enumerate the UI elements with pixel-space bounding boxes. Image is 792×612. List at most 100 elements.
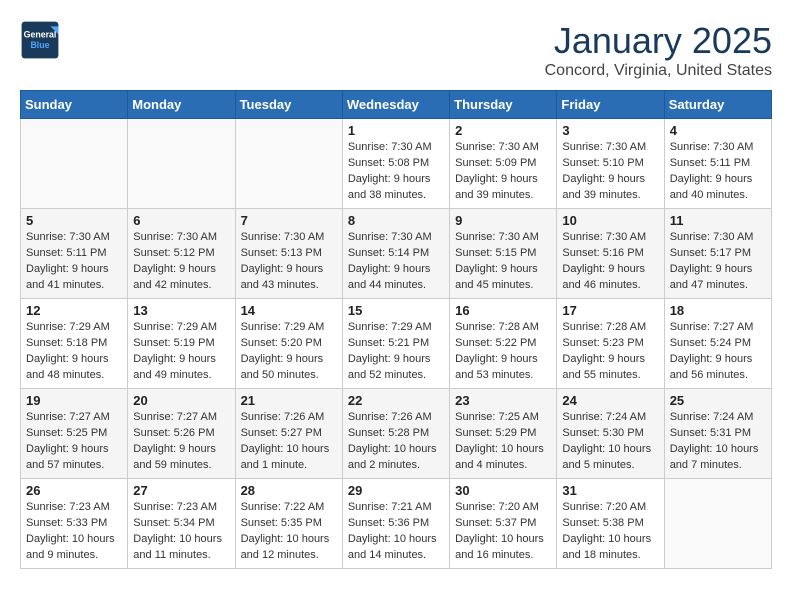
cell-info: Sunrise: 7:30 AM Sunset: 5:11 PM Dayligh… — [670, 140, 766, 204]
calendar-cell: 18 Sunrise: 7:27 AM Sunset: 5:24 PM Dayli… — [664, 299, 771, 389]
cell-info: Sunrise: 7:30 AM Sunset: 5:14 PM Dayligh… — [348, 230, 444, 294]
day-number: 2 — [455, 123, 551, 138]
col-header-friday: Friday — [557, 91, 664, 119]
location: Concord, Virginia, United States — [545, 62, 772, 80]
cell-info: Sunrise: 7:30 AM Sunset: 5:13 PM Dayligh… — [241, 230, 337, 294]
week-row: 5 Sunrise: 7:30 AM Sunset: 5:11 PM Daylig… — [21, 209, 772, 299]
day-number: 13 — [133, 303, 229, 318]
day-number: 18 — [670, 303, 766, 318]
day-number: 10 — [562, 213, 658, 228]
calendar-cell: 30 Sunrise: 7:20 AM Sunset: 5:37 PM Dayli… — [450, 479, 557, 569]
svg-text:General: General — [24, 30, 57, 40]
calendar-cell: 6 Sunrise: 7:30 AM Sunset: 5:12 PM Daylig… — [128, 209, 235, 299]
cell-info: Sunrise: 7:26 AM Sunset: 5:28 PM Dayligh… — [348, 410, 444, 474]
cell-info: Sunrise: 7:30 AM Sunset: 5:10 PM Dayligh… — [562, 140, 658, 204]
cell-info: Sunrise: 7:29 AM Sunset: 5:21 PM Dayligh… — [348, 320, 444, 384]
day-number: 30 — [455, 483, 551, 498]
day-number: 4 — [670, 123, 766, 138]
calendar-cell: 24Sunrise: 7:24 AM Sunset: 5:30 PM Dayli… — [557, 389, 664, 479]
calendar-cell: 22Sunrise: 7:26 AM Sunset: 5:28 PM Dayli… — [342, 389, 449, 479]
calendar-cell: 20 Sunrise: 7:27 AM Sunset: 5:26 PM Dayli… — [128, 389, 235, 479]
header-row: SundayMondayTuesdayWednesdayThursdayFrid… — [21, 91, 772, 119]
calendar-cell: 9Sunrise: 7:30 AM Sunset: 5:15 PM Daylig… — [450, 209, 557, 299]
title-block: January 2025 Concord, Virginia, United S… — [545, 20, 772, 80]
calendar-cell: 21Sunrise: 7:26 AM Sunset: 5:27 PM Dayli… — [235, 389, 342, 479]
calendar-cell: 11 Sunrise: 7:30 AM Sunset: 5:17 PM Dayli… — [664, 209, 771, 299]
cell-info: Sunrise: 7:20 AM Sunset: 5:37 PM Dayligh… — [455, 500, 551, 564]
cell-info: Sunrise: 7:27 AM Sunset: 5:24 PM Dayligh… — [670, 320, 766, 384]
day-number: 15 — [348, 303, 444, 318]
logo: General Blue — [20, 20, 60, 60]
calendar-cell: 16 Sunrise: 7:28 AM Sunset: 5:22 PM Dayli… — [450, 299, 557, 389]
calendar-cell: 25Sunrise: 7:24 AM Sunset: 5:31 PM Dayli… — [664, 389, 771, 479]
day-number: 16 — [455, 303, 551, 318]
calendar-cell: 19Sunrise: 7:27 AM Sunset: 5:25 PM Dayli… — [21, 389, 128, 479]
cell-info: Sunrise: 7:30 AM Sunset: 5:08 PM Dayligh… — [348, 140, 444, 204]
day-number: 5 — [26, 213, 122, 228]
calendar-cell: 5 Sunrise: 7:30 AM Sunset: 5:11 PM Daylig… — [21, 209, 128, 299]
calendar-cell: 26Sunrise: 7:23 AM Sunset: 5:33 PM Dayli… — [21, 479, 128, 569]
cell-info: Sunrise: 7:24 AM Sunset: 5:30 PM Dayligh… — [562, 410, 658, 474]
day-number: 11 — [670, 213, 766, 228]
calendar-cell: 15 Sunrise: 7:29 AM Sunset: 5:21 PM Dayli… — [342, 299, 449, 389]
calendar-cell: 2 Sunrise: 7:30 AM Sunset: 5:09 PM Daylig… — [450, 119, 557, 209]
cell-info: Sunrise: 7:30 AM Sunset: 5:12 PM Dayligh… — [133, 230, 229, 294]
day-number: 17 — [562, 303, 658, 318]
week-row: 1 Sunrise: 7:30 AM Sunset: 5:08 PM Daylig… — [21, 119, 772, 209]
day-number: 9 — [455, 213, 551, 228]
calendar-cell: 23Sunrise: 7:25 AM Sunset: 5:29 PM Dayli… — [450, 389, 557, 479]
col-header-thursday: Thursday — [450, 91, 557, 119]
cell-info: Sunrise: 7:24 AM Sunset: 5:31 PM Dayligh… — [670, 410, 766, 474]
day-number: 28 — [241, 483, 337, 498]
logo-icon: General Blue — [20, 20, 60, 60]
col-header-sunday: Sunday — [21, 91, 128, 119]
cell-info: Sunrise: 7:29 AM Sunset: 5:20 PM Dayligh… — [241, 320, 337, 384]
cell-info: Sunrise: 7:29 AM Sunset: 5:18 PM Dayligh… — [26, 320, 122, 384]
day-number: 12 — [26, 303, 122, 318]
calendar-cell — [128, 119, 235, 209]
cell-info: Sunrise: 7:30 AM Sunset: 5:11 PM Dayligh… — [26, 230, 122, 294]
calendar-cell — [235, 119, 342, 209]
cell-info: Sunrise: 7:28 AM Sunset: 5:23 PM Dayligh… — [562, 320, 658, 384]
calendar-cell: 8 Sunrise: 7:30 AM Sunset: 5:14 PM Daylig… — [342, 209, 449, 299]
calendar-cell: 28Sunrise: 7:22 AM Sunset: 5:35 PM Dayli… — [235, 479, 342, 569]
cell-info: Sunrise: 7:28 AM Sunset: 5:22 PM Dayligh… — [455, 320, 551, 384]
calendar-cell — [664, 479, 771, 569]
week-row: 26Sunrise: 7:23 AM Sunset: 5:33 PM Dayli… — [21, 479, 772, 569]
calendar-cell: 12 Sunrise: 7:29 AM Sunset: 5:18 PM Dayli… — [21, 299, 128, 389]
cell-info: Sunrise: 7:26 AM Sunset: 5:27 PM Dayligh… — [241, 410, 337, 474]
calendar-cell: 1 Sunrise: 7:30 AM Sunset: 5:08 PM Daylig… — [342, 119, 449, 209]
cell-info: Sunrise: 7:23 AM Sunset: 5:34 PM Dayligh… — [133, 500, 229, 564]
calendar-table: SundayMondayTuesdayWednesdayThursdayFrid… — [20, 90, 772, 569]
calendar-cell: 31Sunrise: 7:20 AM Sunset: 5:38 PM Dayli… — [557, 479, 664, 569]
day-number: 27 — [133, 483, 229, 498]
day-number: 3 — [562, 123, 658, 138]
calendar-cell: 14Sunrise: 7:29 AM Sunset: 5:20 PM Dayli… — [235, 299, 342, 389]
day-number: 1 — [348, 123, 444, 138]
col-header-monday: Monday — [128, 91, 235, 119]
page-header: General Blue January 2025 Concord, Virgi… — [20, 20, 772, 80]
cell-info: Sunrise: 7:30 AM Sunset: 5:16 PM Dayligh… — [562, 230, 658, 294]
cell-info: Sunrise: 7:30 AM Sunset: 5:17 PM Dayligh… — [670, 230, 766, 294]
day-number: 8 — [348, 213, 444, 228]
calendar-cell: 7 Sunrise: 7:30 AM Sunset: 5:13 PM Daylig… — [235, 209, 342, 299]
col-header-tuesday: Tuesday — [235, 91, 342, 119]
calendar-cell: 13Sunrise: 7:29 AM Sunset: 5:19 PM Dayli… — [128, 299, 235, 389]
svg-text:Blue: Blue — [30, 40, 49, 50]
day-number: 20 — [133, 393, 229, 408]
cell-info: Sunrise: 7:27 AM Sunset: 5:26 PM Dayligh… — [133, 410, 229, 474]
calendar-cell: 29Sunrise: 7:21 AM Sunset: 5:36 PM Dayli… — [342, 479, 449, 569]
day-number: 23 — [455, 393, 551, 408]
day-number: 26 — [26, 483, 122, 498]
day-number: 6 — [133, 213, 229, 228]
week-row: 12 Sunrise: 7:29 AM Sunset: 5:18 PM Dayli… — [21, 299, 772, 389]
month-title: January 2025 — [545, 20, 772, 62]
calendar-cell: 27 Sunrise: 7:23 AM Sunset: 5:34 PM Dayli… — [128, 479, 235, 569]
day-number: 7 — [241, 213, 337, 228]
col-header-wednesday: Wednesday — [342, 91, 449, 119]
day-number: 29 — [348, 483, 444, 498]
day-number: 31 — [562, 483, 658, 498]
calendar-cell: 4 Sunrise: 7:30 AM Sunset: 5:11 PM Daylig… — [664, 119, 771, 209]
calendar-cell: 10 Sunrise: 7:30 AM Sunset: 5:16 PM Dayli… — [557, 209, 664, 299]
cell-info: Sunrise: 7:30 AM Sunset: 5:09 PM Dayligh… — [455, 140, 551, 204]
